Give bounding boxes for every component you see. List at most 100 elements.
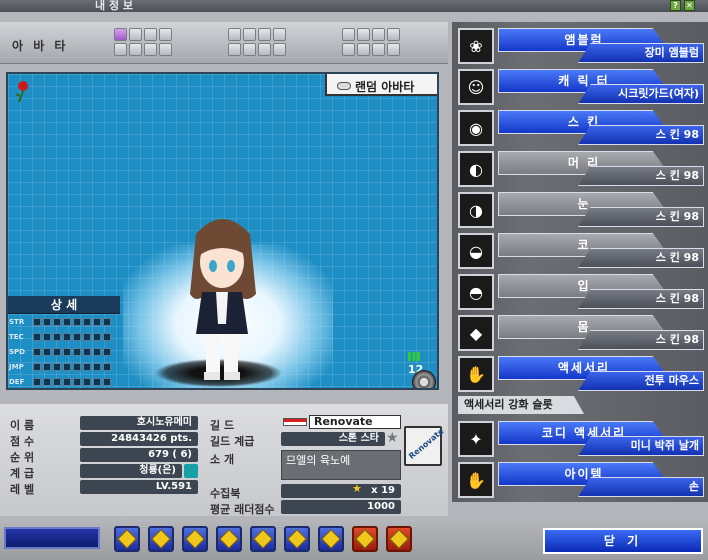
equipment-slot: ◉ 스 킨스 킨 98 xyxy=(458,110,704,148)
avatar-set-slot[interactable] xyxy=(372,43,385,56)
hand-icon: ✋ xyxy=(458,462,494,498)
bell-icon[interactable] xyxy=(318,526,344,552)
title-bar: 내 정 보 ? ✕ xyxy=(0,0,708,12)
random-avatar-button[interactable]: 랜덤 아바타 xyxy=(325,74,437,96)
equipment-slot: ❀ 앰블럼 장미 앰블럼 xyxy=(458,28,704,66)
accessory-icon: ✋ xyxy=(458,356,494,392)
avatar-set-slot[interactable] xyxy=(129,43,142,56)
avatar-set-slot[interactable] xyxy=(144,43,157,56)
avatar-set-slot[interactable] xyxy=(228,43,241,56)
stat-label: TEC xyxy=(9,332,24,341)
avatar-set-slot[interactable] xyxy=(144,28,157,41)
avatar-set-slot[interactable] xyxy=(342,43,355,56)
guild-emblem[interactable]: Renovate xyxy=(404,426,446,466)
avatar-label: 아 바 타 xyxy=(12,39,69,53)
slot-value: 스 킨 98 xyxy=(578,166,704,186)
avatar-set-bar: 아 바 타 xyxy=(0,22,448,64)
stat-row-jmp: JMP xyxy=(8,359,120,374)
chart-icon[interactable] xyxy=(352,526,378,552)
equipment-slot: ☺ 캐 릭 터 시크릿가드(여자) xyxy=(458,69,704,107)
gem-icon[interactable] xyxy=(114,526,140,552)
stat-row-spd: SPD xyxy=(8,344,120,359)
character-icon: ☺ xyxy=(458,69,494,105)
close-button[interactable]: 닫 기 xyxy=(543,528,703,554)
avatar-set-slot[interactable] xyxy=(387,43,400,56)
avatar-set-slot[interactable] xyxy=(342,28,355,41)
avatar-set-slot[interactable] xyxy=(129,28,142,41)
accessory-slot-label: 액세서리 강화 슬롯 xyxy=(458,396,584,414)
equipment-slot: ◒ 코 스 킨 98 xyxy=(458,233,704,271)
help-icon[interactable]: ? xyxy=(670,0,681,11)
stat-label: SPD xyxy=(9,347,25,356)
avatar-set-slot[interactable] xyxy=(273,28,286,41)
avatar-set-slot[interactable] xyxy=(243,43,256,56)
name-value: 호시노유메미 xyxy=(80,416,198,430)
nose-icon: ◒ xyxy=(458,233,494,269)
cube-icon[interactable] xyxy=(216,526,242,552)
avatar-set-slot[interactable] xyxy=(114,28,127,41)
ladder-label: 평균 래더점수 xyxy=(210,503,275,516)
avatar-set-slot[interactable] xyxy=(372,28,385,41)
rotate-view-button[interactable] xyxy=(412,370,436,388)
equipment-slot: ✦ 코디 액세서리 미니 박쥐 날개 xyxy=(458,421,704,459)
avatar-set-slot[interactable] xyxy=(159,28,172,41)
level-label: 레 벨 xyxy=(10,483,35,496)
rank-value: 679 ( 6) xyxy=(80,448,198,462)
slot-value: 스 킨 98 xyxy=(578,248,704,268)
eye-icon: ◑ xyxy=(458,192,494,228)
score-label: 점 수 xyxy=(10,435,35,448)
slot-value: 시크릿가드(여자) xyxy=(578,84,704,104)
grade-value: 청룡(은) xyxy=(80,464,182,478)
avatar-set-group-1 xyxy=(114,28,172,56)
box-icon[interactable] xyxy=(182,526,208,552)
slot-value: 손 xyxy=(578,477,704,497)
avatar-set-slot[interactable] xyxy=(258,43,271,56)
guild-rank-value: 스톤 스타 xyxy=(281,432,385,446)
avatar-set-slot[interactable] xyxy=(243,28,256,41)
level-value: LV.591 xyxy=(80,480,198,494)
collection-label: 수집북 xyxy=(210,487,241,500)
stat-label: DEF xyxy=(9,377,25,386)
chat-icon[interactable] xyxy=(148,526,174,552)
signal-icon xyxy=(408,352,420,361)
close-x-icon[interactable]: ✕ xyxy=(684,0,695,11)
slot-value: 스 킨 98 xyxy=(578,289,704,309)
slot-value: 장미 앰블럼 xyxy=(578,43,704,63)
avatar-set-slot[interactable] xyxy=(387,28,400,41)
body-icon: ◆ xyxy=(458,315,494,351)
guild-emblem-text: Renovate xyxy=(407,426,446,461)
toggle-icon xyxy=(337,82,351,90)
equipment-slot: ◐ 머 리스 킨 98 xyxy=(458,151,704,189)
card-icon[interactable] xyxy=(386,526,412,552)
avatar-preview: 랜덤 아바타 상 세 STR TEC SPD JMP DEF 12 xyxy=(6,72,439,390)
avatar-set-group-2 xyxy=(228,28,286,56)
avatar-set-slot[interactable] xyxy=(114,43,127,56)
equipment-slot: ◓ 입 스 킨 98 xyxy=(458,274,704,312)
stat-row-tec: TEC xyxy=(8,329,120,344)
avatar-set-slot[interactable] xyxy=(357,43,370,56)
guild-rank-label: 길드 계급 xyxy=(210,435,255,448)
stat-panel: 상 세 STR TEC SPD JMP DEF xyxy=(8,296,120,388)
stat-label: STR xyxy=(9,317,25,326)
guild-name[interactable]: Renovate xyxy=(309,415,401,429)
score-value: 24843426 pts. xyxy=(80,432,198,446)
avatar-set-slot[interactable] xyxy=(159,43,172,56)
avatar-character xyxy=(176,204,268,384)
guild-flag-icon xyxy=(283,418,307,426)
avatar-set-slot[interactable] xyxy=(357,28,370,41)
star-icon[interactable] xyxy=(250,526,276,552)
slot-value: 스 킨 98 xyxy=(578,125,704,145)
rose-emblem-icon xyxy=(14,80,30,104)
collection-value: x 19 xyxy=(281,484,401,498)
equipment-slot: ✋ 액세서리 전투 마우스 xyxy=(458,356,704,394)
ladder-value: 1000 xyxy=(281,500,401,514)
avatar-set-slot[interactable] xyxy=(273,43,286,56)
equipment-slot: ◆ 몸 스 킨 98 xyxy=(458,315,704,353)
dragon-grade-icon xyxy=(184,464,198,478)
avatar-set-slot[interactable] xyxy=(228,28,241,41)
equipment-slot: ◑ 눈 스 킨 98 xyxy=(458,192,704,230)
collection-star-icon: ★ xyxy=(352,482,362,495)
avatar-set-slot[interactable] xyxy=(258,28,271,41)
stat-row-def: DEF xyxy=(8,374,120,388)
gift-icon[interactable] xyxy=(284,526,310,552)
